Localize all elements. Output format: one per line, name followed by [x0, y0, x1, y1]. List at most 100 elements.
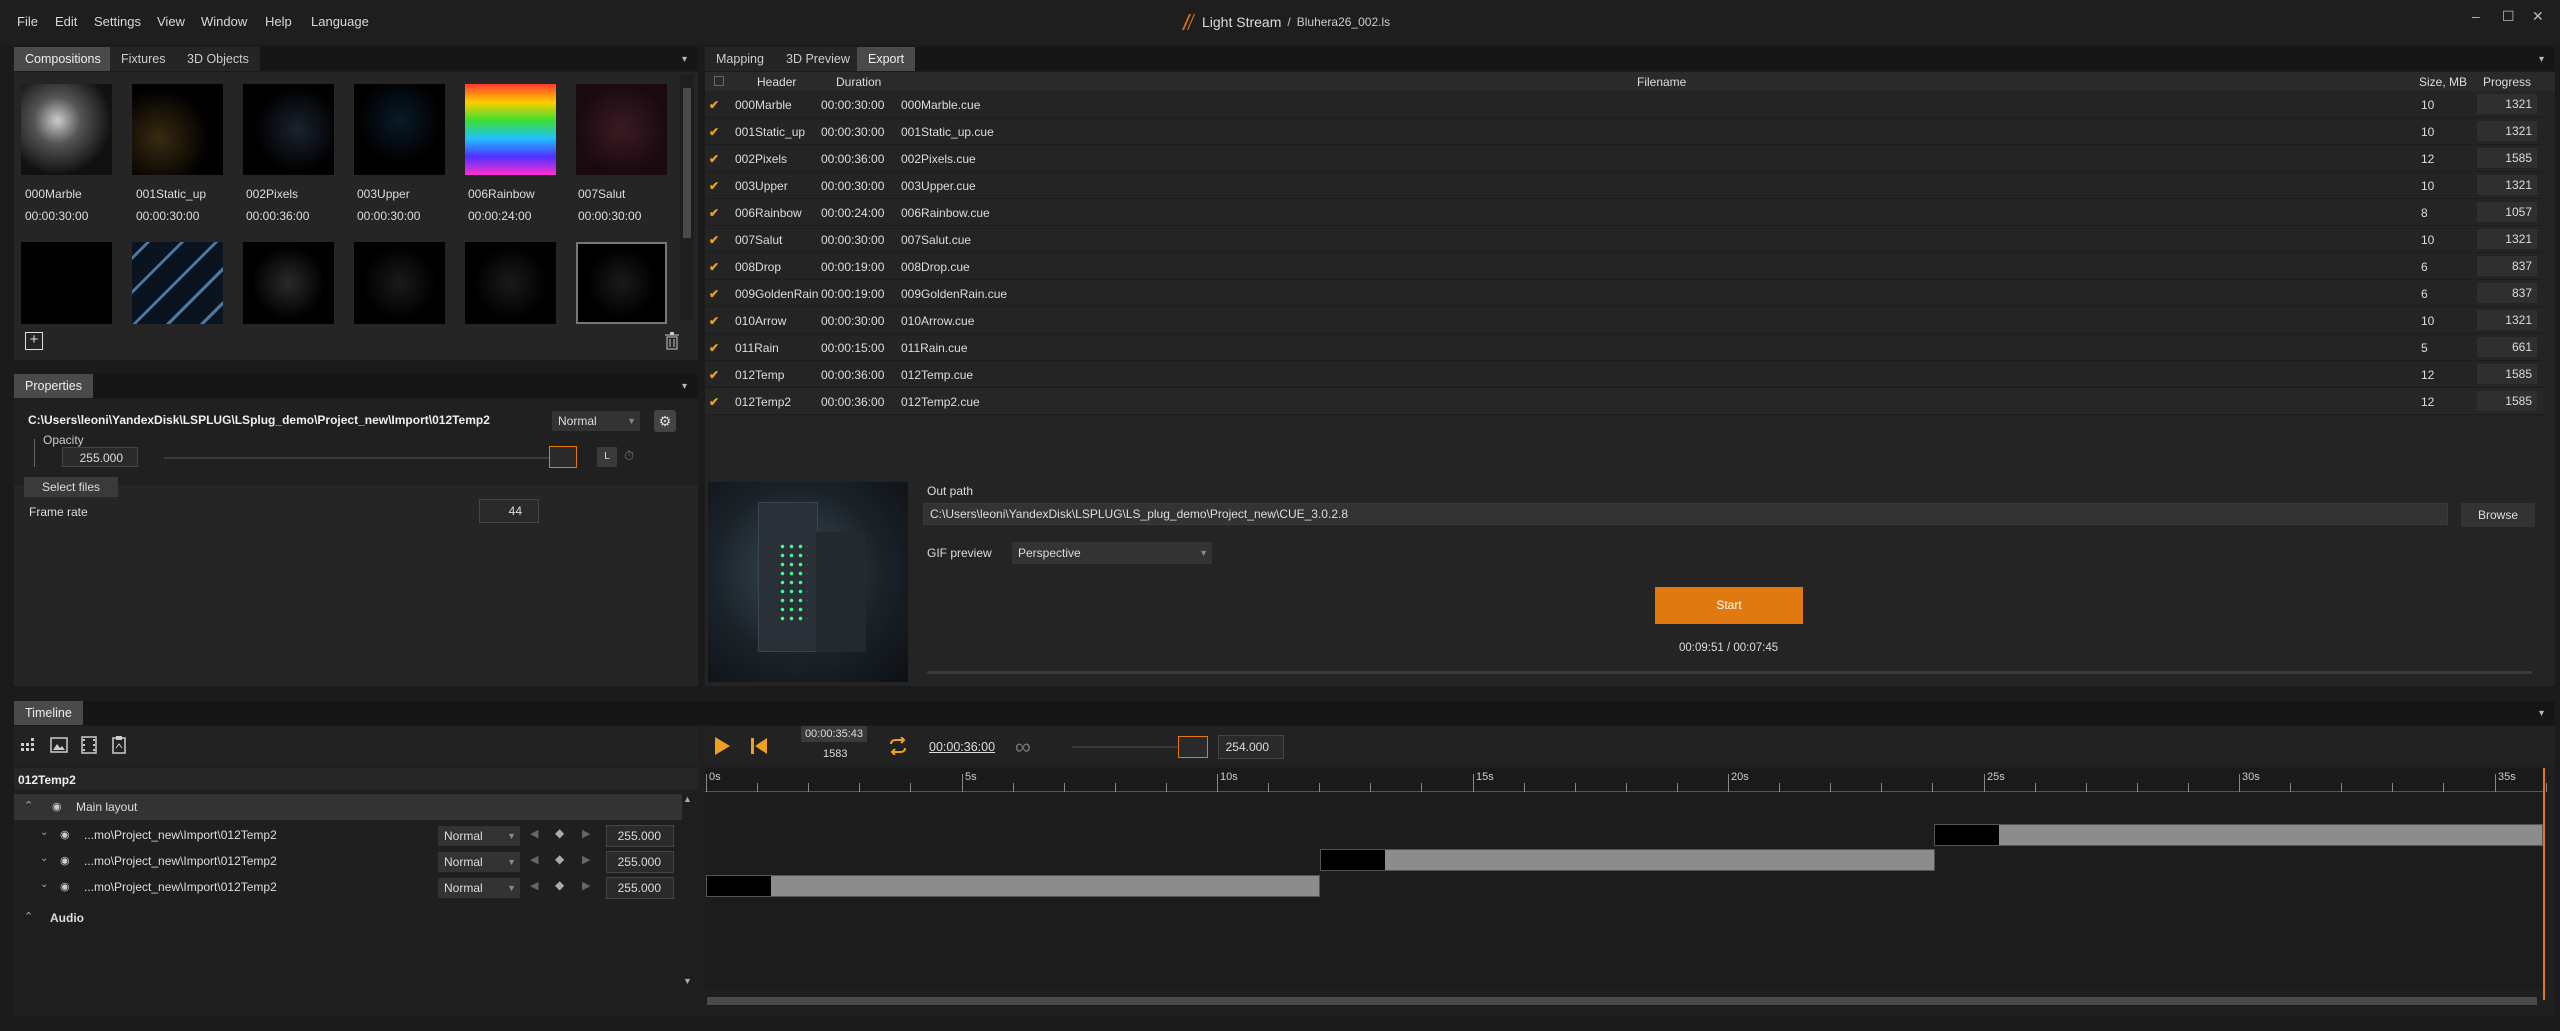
compositions-scrollbar[interactable] [680, 74, 694, 320]
export-row[interactable]: ✔ 012Temp2 00:00:36:00 012Temp2.cue 12 1585 [705, 388, 2545, 415]
layer-blend-select[interactable]: Normal ▼ [438, 878, 520, 898]
export-row[interactable]: ✔ 007Salut 00:00:30:00 007Salut.cue 10 1321 [705, 226, 2545, 253]
composition-thumb[interactable] [21, 242, 112, 324]
composition-thumb-002pixels[interactable] [243, 84, 334, 175]
frame-rate-input[interactable]: 44 [479, 499, 539, 523]
out-path-input[interactable]: C:\Users\leoni\YandexDisk\LSPLUG\LS_plug… [923, 503, 2448, 525]
scroll-down-icon[interactable]: ▼ [683, 976, 692, 986]
timeline-clip[interactable] [706, 875, 1320, 897]
timeline-tracks[interactable] [705, 792, 2543, 990]
lock-toggle[interactable]: L [597, 447, 617, 467]
export-row[interactable]: ✔ 010Arrow 00:00:30:00 010Arrow.cue 10 1321 [705, 307, 2545, 334]
image-icon[interactable] [50, 736, 68, 754]
composition-thumb-007salut[interactable] [576, 84, 667, 175]
composition-thumb-001static-up[interactable] [132, 84, 223, 175]
row-checkbox[interactable]: ✔ [709, 287, 719, 301]
timeline-ruler[interactable]: 0s 5s 10s 15s 20s 25s 30s 35s [705, 768, 2547, 792]
row-checkbox[interactable]: ✔ [709, 233, 719, 247]
keyframe-diamond-icon[interactable]: ◆ [555, 878, 564, 892]
total-time-display[interactable]: 00:00:36:00 [929, 740, 995, 754]
gif-preview-select[interactable]: Perspective ▼ [1012, 542, 1212, 564]
timeline-layer-row[interactable]: ⌄ ◉ ...mo\Project_new\Import\012Temp2 Norma… [14, 849, 674, 875]
select-all-checkbox[interactable] [714, 76, 724, 86]
film-icon[interactable] [80, 736, 98, 754]
row-checkbox[interactable]: ✔ [709, 314, 719, 328]
current-time-display[interactable]: 00:00:35:43 [801, 726, 867, 742]
scroll-up-icon[interactable]: ▲ [683, 794, 692, 804]
keyframe-diamond-icon[interactable]: ◆ [555, 826, 564, 840]
composition-thumb-006rainbow[interactable] [465, 84, 556, 175]
panel-menu-icon[interactable]: ▾ [682, 382, 694, 392]
add-composition-icon[interactable]: + [25, 332, 43, 350]
layer-value-input[interactable]: 255.000 [606, 851, 674, 873]
opacity-input[interactable]: 255.000 [62, 447, 138, 467]
prev-keyframe-icon[interactable]: ◀ [530, 853, 538, 866]
row-checkbox[interactable]: ✔ [709, 395, 719, 409]
composition-thumb[interactable] [132, 242, 223, 324]
export-row[interactable]: ✔ 008Drop 00:00:19:00 008Drop.cue 6 837 [705, 253, 2545, 280]
panel-menu-icon[interactable]: ▾ [2539, 709, 2551, 719]
speed-slider-handle[interactable] [1178, 736, 1208, 758]
menu-file[interactable]: File [17, 14, 38, 29]
row-checkbox[interactable]: ✔ [709, 125, 719, 139]
speed-input[interactable]: 254.000 [1218, 735, 1284, 759]
collapse-chevron-icon[interactable]: ⌃ [24, 799, 33, 812]
composition-thumb-003upper[interactable] [354, 84, 445, 175]
composition-thumb-selected[interactable] [576, 242, 667, 324]
row-checkbox[interactable]: ✔ [709, 98, 719, 112]
expand-chevron-icon[interactable]: ⌄ [40, 879, 48, 890]
menu-help[interactable]: Help [265, 14, 292, 29]
export-row[interactable]: ✔ 003Upper 00:00:30:00 003Upper.cue 10 1321 [705, 172, 2545, 199]
menu-language[interactable]: Language [311, 14, 369, 29]
tab-export[interactable]: Export [857, 47, 916, 71]
next-keyframe-icon[interactable]: ▶ [582, 853, 590, 866]
row-checkbox[interactable]: ✔ [709, 368, 719, 382]
column-header[interactable]: Header [757, 75, 796, 89]
blend-mode-select[interactable]: Normal ▼ [552, 411, 640, 431]
next-keyframe-icon[interactable]: ▶ [582, 827, 590, 840]
tab-fixtures[interactable]: Fixtures [110, 47, 177, 71]
infinity-icon[interactable]: ∞ [1015, 734, 1031, 760]
panel-menu-icon[interactable]: ▾ [682, 55, 694, 65]
timeline-layers-scrollbar[interactable]: ▲ ▼ [682, 794, 694, 990]
clipboard-icon[interactable] [110, 736, 128, 754]
eye-icon[interactable]: ◉ [52, 800, 62, 813]
gear-icon[interactable]: ⚙ [654, 410, 676, 432]
loop-icon[interactable] [888, 737, 908, 755]
tab-3d-objects[interactable]: 3D Objects [176, 47, 260, 71]
row-checkbox[interactable]: ✔ [709, 260, 719, 274]
scrollbar-thumb[interactable] [707, 997, 2537, 1005]
column-size[interactable]: Size, MB [2419, 75, 2467, 89]
tab-timeline[interactable]: Timeline [14, 701, 83, 725]
speed-slider-track[interactable] [1072, 746, 1190, 748]
playhead[interactable] [2543, 768, 2545, 1000]
composition-thumb[interactable] [465, 242, 556, 324]
panel-menu-icon[interactable]: ▾ [2539, 55, 2551, 65]
composition-thumb[interactable] [243, 242, 334, 324]
skip-to-start-icon[interactable] [750, 737, 768, 755]
eye-icon[interactable]: ◉ [60, 828, 70, 841]
export-row[interactable]: ✔ 001Static_up 00:00:30:00 001Static_up.cue… [705, 118, 2545, 145]
tab-properties[interactable]: Properties [14, 374, 93, 398]
close-button[interactable]: ✕ [2532, 8, 2544, 25]
row-checkbox[interactable]: ✔ [709, 179, 719, 193]
minimize-button[interactable]: – [2472, 8, 2480, 24]
maximize-button[interactable]: ☐ [2502, 8, 2515, 25]
play-icon[interactable] [713, 736, 731, 756]
layers-grid-icon[interactable] [20, 736, 38, 754]
export-row[interactable]: ✔ 002Pixels 00:00:36:00 002Pixels.cue 12 1585 [705, 145, 2545, 172]
export-row[interactable]: ✔ 012Temp 00:00:36:00 012Temp.cue 12 1585 [705, 361, 2545, 388]
timeline-clip[interactable] [1320, 849, 1935, 871]
prev-keyframe-icon[interactable]: ◀ [530, 827, 538, 840]
keyframe-diamond-icon[interactable]: ◆ [555, 852, 564, 866]
column-progress[interactable]: Progress [2483, 75, 2531, 89]
trash-icon[interactable] [665, 332, 679, 350]
export-row[interactable]: ✔ 000Marble 00:00:30:00 000Marble.cue 10 1321 [705, 91, 2545, 118]
layer-blend-select[interactable]: Normal ▼ [438, 852, 520, 872]
expand-chevron-icon[interactable]: ⌄ [40, 853, 48, 864]
eye-icon[interactable]: ◉ [60, 854, 70, 867]
browse-button[interactable]: Browse [2461, 503, 2535, 527]
timeline-layer-row[interactable]: ⌄ ◉ ...mo\Project_new\Import\012Temp2 Norma… [14, 823, 674, 849]
tab-compositions[interactable]: Compositions [14, 47, 112, 71]
composition-thumb[interactable] [354, 242, 445, 324]
